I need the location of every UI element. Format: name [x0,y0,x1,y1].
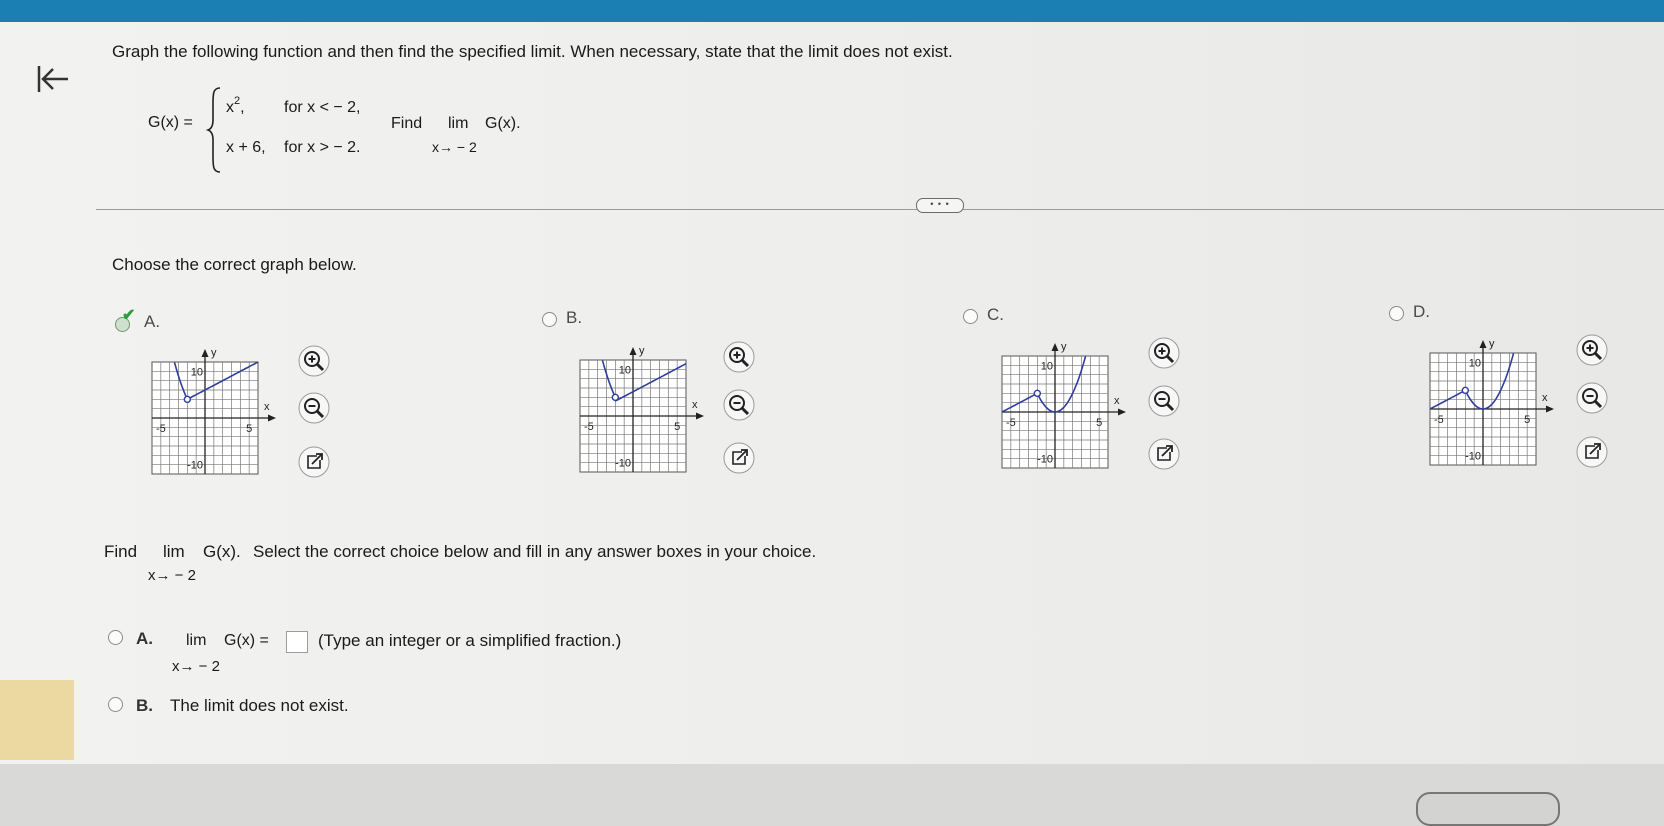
y-tick-label: -10 [1465,451,1481,463]
zoom-out-icon[interactable] [1576,382,1608,414]
x-axis-arrow [1546,405,1554,413]
option-c-radio[interactable] [963,309,978,324]
zoom-in-icon[interactable] [1148,337,1180,369]
answer-a-radio[interactable] [108,630,123,645]
x-axis-arrow [696,412,704,420]
x-tick-label: 5 [246,423,252,435]
part2-lim-function: G(x). [203,542,241,561]
part2-lim-word: lim [163,542,185,561]
answer-b-label: B. [136,696,153,715]
answer-a-label: A. [136,629,153,648]
x-axis-label: x [1542,392,1548,404]
y-axis-arrow [1479,340,1487,348]
option-d-radio[interactable] [1389,306,1404,321]
graph-a[interactable]: y x 10 -10 -5 5 [144,342,294,482]
y-axis-arrow [629,347,637,355]
option-d-label: D. [1413,302,1430,321]
y-axis-label: y [1061,341,1067,353]
part2-find-word: Find [104,542,138,561]
y-tick-label: 10 [191,366,203,378]
external-link-icon[interactable] [298,446,330,478]
y-axis-arrow [201,349,209,357]
limit-function: G(x). [485,115,521,132]
y-tick-label: -10 [187,460,203,472]
function-name: G(x) = [148,114,193,131]
x-axis-arrow [1118,408,1126,416]
y-tick-label: -10 [615,458,631,470]
option-b-label: B. [566,308,583,327]
question-text: Graph the following function and then fi… [112,42,953,61]
zoom-in-icon[interactable] [723,341,755,373]
piece1-expression: x2, [226,95,245,116]
x-tick-label: -5 [1006,417,1016,429]
x-tick-label: -5 [584,421,594,433]
brace-icon [205,86,222,179]
zoom-out-icon[interactable] [723,389,755,421]
x-axis-label: x [264,401,270,413]
check-icon: ✔ [122,307,136,324]
external-link-icon[interactable] [1576,436,1608,468]
graph-c-plot: y x 10 -10 -5 5 [1001,341,1126,469]
graph-d[interactable]: y x 10 -10 -5 5 [1422,333,1572,473]
x-tick-label: -5 [1434,414,1444,426]
graph-d-plot: y x 10 -10 -5 5 [1429,338,1554,466]
option-a-label: A. [144,312,161,331]
y-axis-arrow [1051,343,1059,351]
y-tick-label: 10 [1469,357,1481,369]
open-point-marker [1461,386,1470,395]
open-point-marker [1033,389,1042,398]
answer-a-lim-word: lim [186,632,207,649]
x-axis-label: x [1114,395,1120,407]
y-axis-label: y [211,347,217,359]
zoom-in-icon[interactable] [298,345,330,377]
answer-b-radio[interactable] [108,697,123,712]
piece2-expression: x + 6, [226,139,266,156]
zoom-out-icon[interactable] [1148,385,1180,417]
graph-a-plot: y x 10 -10 -5 5 [151,347,276,475]
section-divider [96,209,1664,210]
y-tick-label: 10 [619,364,631,376]
graph-c[interactable]: y x 10 -10 -5 5 [994,336,1144,476]
option-b-radio[interactable] [542,312,557,327]
piece1-condition: for x < − 2, [284,99,361,116]
answer-a-hint: (Type an integer or a simplified fractio… [318,631,622,650]
y-axis-label: y [639,345,645,357]
choose-graph-prompt: Choose the correct graph below. [112,255,357,274]
back-icon[interactable] [34,58,74,98]
x-tick-label: 5 [674,421,680,433]
y-tick-label: 10 [1041,360,1053,372]
y-axis-label: y [1489,338,1495,350]
find-word: Find [391,115,423,132]
zoom-in-icon[interactable] [1576,334,1608,366]
lim-word: lim [448,115,469,132]
expand-more-button[interactable]: • • • [916,198,964,213]
x-tick-label: -5 [156,423,166,435]
open-point-marker [183,395,192,404]
piece2-condition: for x > − 2. [284,139,361,156]
graph-b[interactable]: y x 10 -10 -5 5 [572,340,722,480]
external-link-icon[interactable] [1148,438,1180,470]
x-tick-label: 5 [1524,414,1530,426]
answer-a-function: G(x) = [224,632,269,649]
external-link-icon[interactable] [723,442,755,474]
zoom-out-icon[interactable] [298,392,330,424]
part2-lim-subscript: x→ − 2 [148,567,196,584]
x-axis-label: x [692,399,698,411]
answer-a-lim-subscript: x→ − 2 [172,658,220,675]
bottom-action-button[interactable] [1416,792,1560,826]
side-highlight [0,680,74,760]
top-bar [0,0,1664,22]
graph-b-plot: y x 10 -10 -5 5 [579,345,704,473]
part2-instruction: Select the correct choice below and fill… [253,542,817,561]
option-c-label: C. [987,305,1004,324]
answer-b-text: The limit does not exist. [170,696,349,715]
answer-input[interactable] [286,631,308,653]
x-tick-label: 5 [1096,417,1102,429]
y-tick-label: -10 [1037,454,1053,466]
x-axis-arrow [268,414,276,422]
limit-subscript: x→ − 2 [432,139,477,155]
open-point-marker [611,393,620,402]
